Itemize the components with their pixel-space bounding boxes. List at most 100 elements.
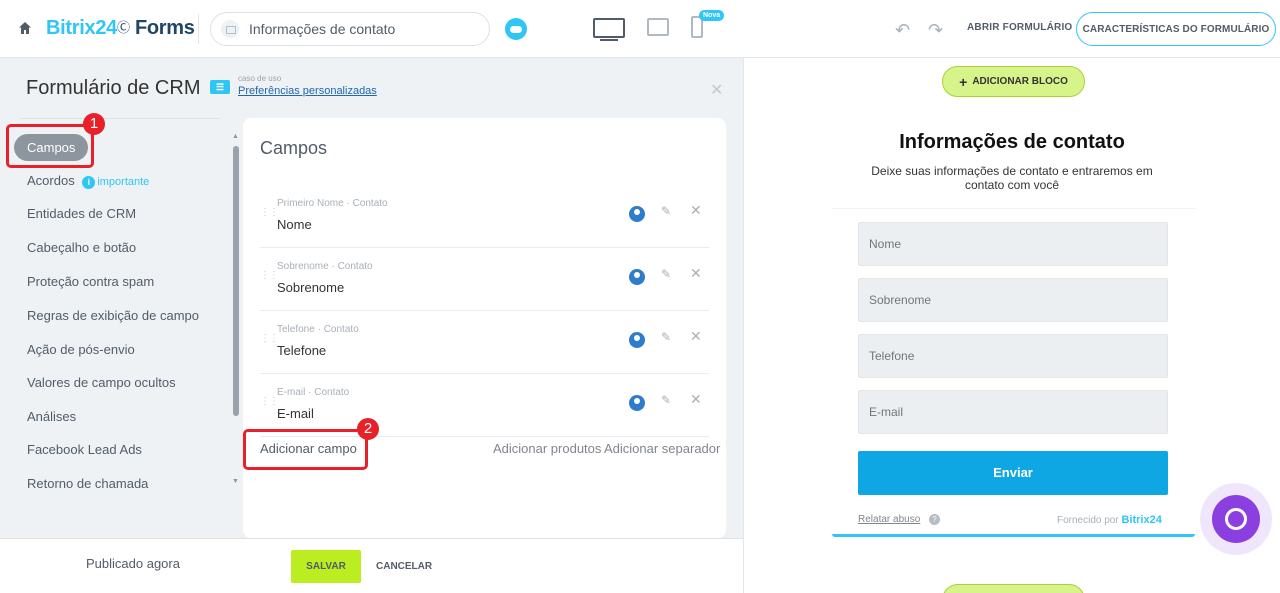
publish-status: Publicado agora: [86, 556, 180, 571]
add-products-link[interactable]: Adicionar produtos: [493, 441, 601, 456]
redo-icon[interactable]: ↷: [928, 20, 943, 41]
report-abuse-link[interactable]: Relatar abuso: [858, 514, 920, 525]
preview-phone-input[interactable]: Telefone: [858, 334, 1168, 378]
usecase-icon: ☰: [210, 80, 230, 94]
edit-icon[interactable]: ✎: [661, 267, 671, 281]
field-source: Primeiro Nome · Contato: [277, 198, 388, 209]
divider: [20, 118, 220, 119]
powered-by-brand: Bitrix24: [1121, 514, 1162, 526]
bottom-bar: Publicado agora SALVAR CANCELAR: [0, 538, 743, 593]
contact-icon[interactable]: [629, 332, 645, 348]
form-bottom-accent: [832, 534, 1195, 537]
important-label: importante: [97, 176, 150, 188]
contact-icon[interactable]: [629, 269, 645, 285]
save-button[interactable]: SALVAR: [291, 550, 361, 583]
remove-icon[interactable]: ✕: [690, 202, 702, 219]
preview-email-input[interactable]: E-mail: [858, 390, 1168, 434]
desktop-view-icon[interactable]: [593, 18, 625, 41]
field-row[interactable]: ⋮⋮ Telefone · Contato Telefone ✎ ✕: [260, 311, 709, 374]
preview-form-description: Deixe suas informações de contato e entr…: [871, 164, 1153, 192]
panel-title: Formulário de CRM: [26, 77, 201, 99]
add-block-button[interactable]: + ADICIONAR BLOCO: [942, 66, 1085, 97]
nav-item-acordos[interactable]: Acordos i importante: [27, 173, 149, 189]
drag-handle-icon[interactable]: ⋮⋮: [260, 396, 279, 407]
usecase-link[interactable]: Preferências personalizadas: [238, 85, 377, 97]
copilot-icon: [1212, 495, 1260, 543]
header-divider: [198, 14, 199, 44]
preview-name-input[interactable]: Nome: [858, 222, 1168, 266]
field-row[interactable]: ⋮⋮ Primeiro Nome · Contato Nome ✎ ✕: [260, 185, 709, 248]
preview-surname-input[interactable]: Sobrenome: [858, 278, 1168, 322]
divider: [832, 208, 1196, 209]
scroll-thumb[interactable]: [233, 146, 239, 416]
undo-icon[interactable]: ↶: [895, 20, 910, 41]
field-source: E-mail · Contato: [277, 387, 350, 398]
add-block-label: ADICIONAR BLOCO: [972, 76, 1068, 87]
app-logo[interactable]: Bitrix24Ⓒ Forms: [46, 17, 195, 40]
tablet-view-icon[interactable]: [647, 18, 669, 36]
assistant-button[interactable]: [1200, 483, 1272, 555]
cloud-icon[interactable]: [505, 18, 527, 40]
drag-handle-icon[interactable]: ⋮⋮: [260, 207, 279, 218]
edit-icon[interactable]: ✎: [661, 330, 671, 344]
powered-by: Fornecido por Bitrix24: [1057, 514, 1162, 526]
field-label: E-mail: [277, 406, 314, 421]
highlight-box: [6, 124, 94, 168]
image-icon: [221, 20, 239, 38]
nav-item-post-submit[interactable]: Ação de pós-envio: [27, 342, 135, 357]
field-label: Telefone: [277, 343, 327, 358]
drag-handle-icon[interactable]: ⋮⋮: [260, 270, 279, 281]
close-icon[interactable]: ✕: [710, 80, 723, 100]
remove-icon[interactable]: ✕: [690, 328, 702, 345]
nav-item-hidden-values[interactable]: Valores de campo ocultos: [27, 375, 176, 390]
usecase-label: caso de uso: [238, 74, 282, 83]
annotation-number: 2: [357, 418, 379, 440]
nav-item-facebook-lead-ads[interactable]: Facebook Lead Ads: [27, 442, 142, 457]
fields-card: Campos ⋮⋮ Primeiro Nome · Contato Nome ✎…: [243, 118, 726, 538]
home-icon[interactable]: [18, 21, 32, 35]
add-block-button-bottom[interactable]: [942, 584, 1085, 593]
nav-item-spam-protection[interactable]: Proteção contra spam: [27, 274, 154, 289]
form-title-value: Informações de contato: [249, 21, 396, 37]
nav-item-label: Acordos: [27, 173, 75, 188]
nav-item-analytics[interactable]: Análises: [27, 409, 76, 424]
powered-by-label: Fornecido por: [1057, 515, 1119, 526]
scroll-down-icon[interactable]: ▼: [232, 478, 239, 485]
scroll-up-icon[interactable]: ▲: [232, 133, 239, 140]
form-features-button[interactable]: CARACTERÍSTICAS DO FORMULÁRIO: [1076, 12, 1276, 46]
nav-item-crm-entities[interactable]: Entidades de CRM: [27, 206, 136, 221]
edit-icon[interactable]: ✎: [661, 393, 671, 407]
fields-title: Campos: [260, 138, 328, 158]
help-icon[interactable]: ?: [929, 514, 940, 525]
plus-icon: +: [959, 73, 968, 90]
remove-icon[interactable]: ✕: [690, 265, 702, 282]
edit-icon[interactable]: ✎: [661, 204, 671, 218]
logo-text: Bitrix24: [46, 17, 117, 39]
important-badge[interactable]: i importante: [82, 176, 150, 189]
field-label: Nome: [277, 217, 312, 232]
open-form-link[interactable]: ABRIR FORMULÁRIO: [967, 22, 1072, 33]
contact-icon[interactable]: [629, 395, 645, 411]
nav-item-callback[interactable]: Retorno de chamada: [27, 476, 148, 491]
remove-icon[interactable]: ✕: [690, 391, 702, 408]
drag-handle-icon[interactable]: ⋮⋮: [260, 333, 279, 344]
settings-panel: Formulário de CRM ☰ caso de uso Preferên…: [0, 58, 743, 538]
nav-item-header-button[interactable]: Cabeçalho e botão: [27, 240, 136, 255]
top-bar: Bitrix24Ⓒ Forms Informações de contato N…: [0, 0, 1280, 58]
nav-item-display-rules[interactable]: Regras de exibição de campo: [27, 308, 199, 323]
field-row[interactable]: ⋮⋮ E-mail · Contato E-mail ✎ ✕: [260, 374, 709, 437]
info-icon: i: [82, 176, 96, 189]
add-separator-link[interactable]: Adicionar separador: [604, 441, 720, 456]
nav-scrollbar[interactable]: ▲ ▼: [232, 133, 240, 488]
field-source: Sobrenome · Contato: [277, 261, 373, 272]
contact-icon[interactable]: [629, 206, 645, 222]
new-badge: Nova: [699, 10, 725, 21]
field-source: Telefone · Contato: [277, 324, 359, 335]
cancel-button[interactable]: CANCELAR: [376, 561, 432, 572]
field-row[interactable]: ⋮⋮ Sobrenome · Contato Sobrenome ✎ ✕: [260, 248, 709, 311]
field-label: Sobrenome: [277, 280, 345, 295]
form-title-input[interactable]: Informações de contato: [210, 12, 490, 46]
preview-submit-button[interactable]: Enviar: [858, 451, 1168, 495]
highlight-box: [243, 429, 368, 470]
logo-forms-text: Forms: [134, 17, 195, 39]
